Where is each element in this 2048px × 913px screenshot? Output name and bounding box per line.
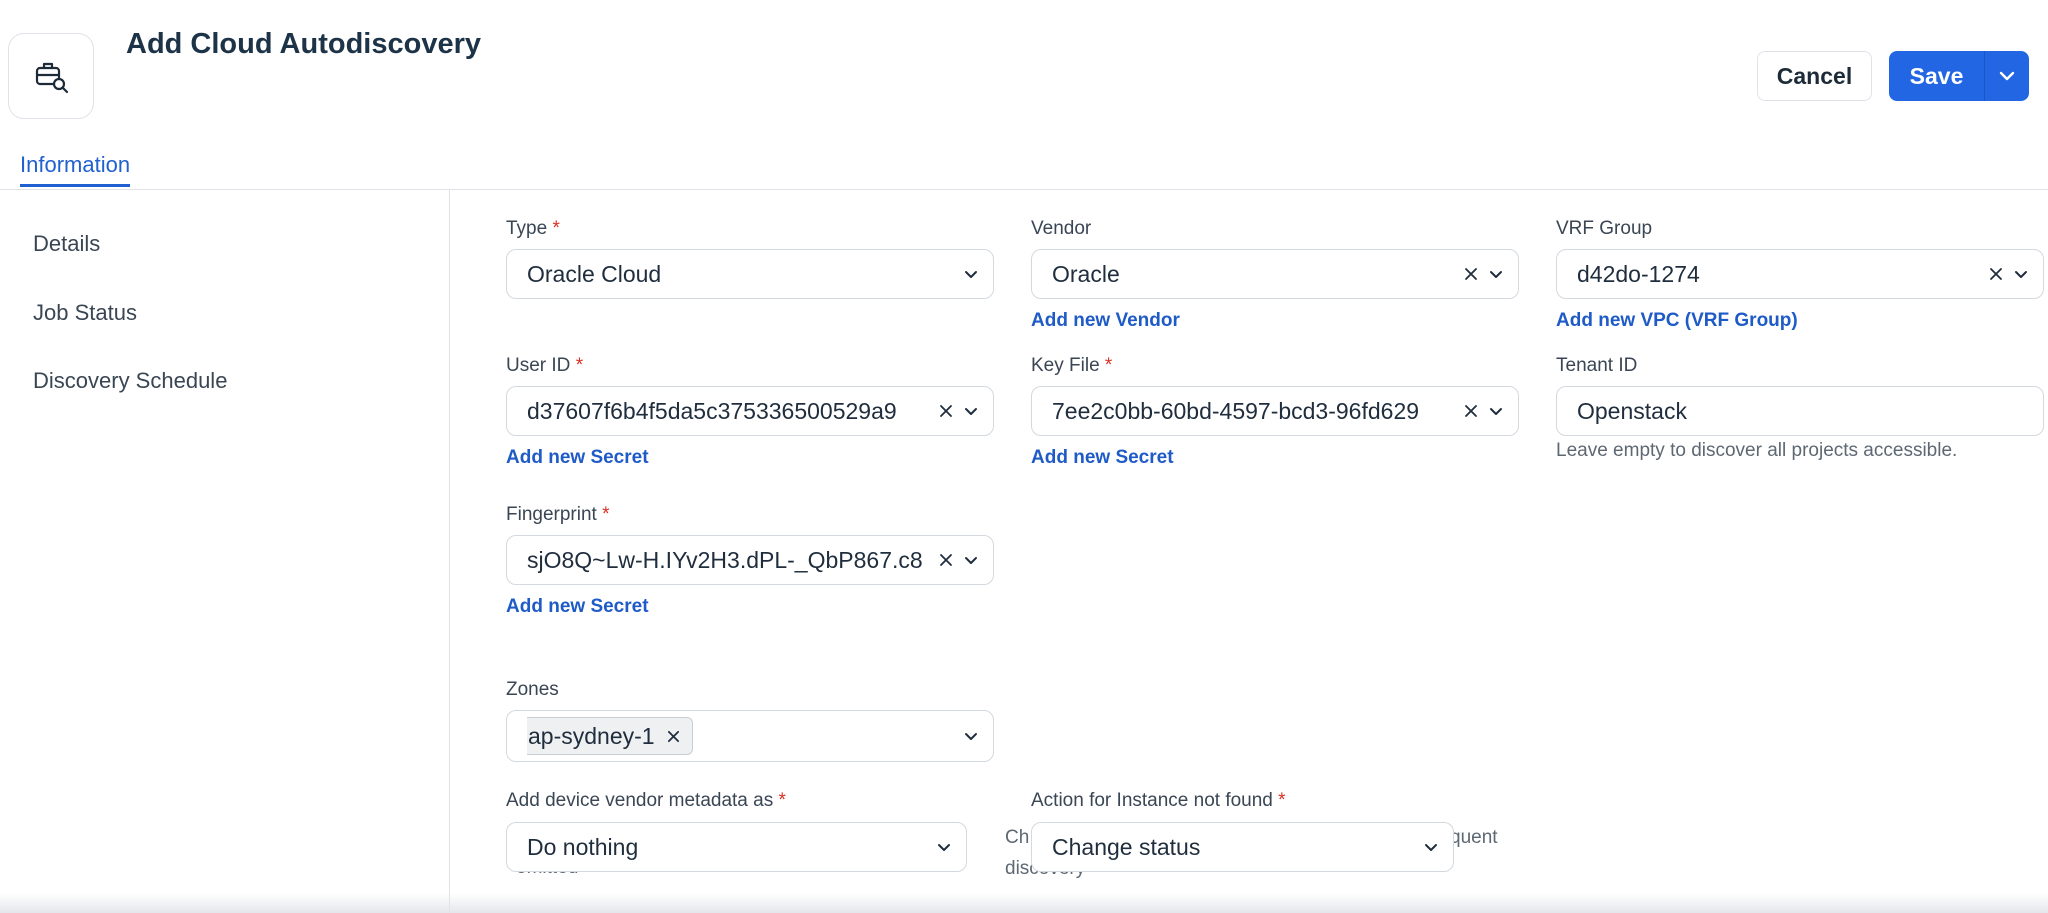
- tab-information[interactable]: Information: [20, 152, 131, 187]
- user-id-value: d37607f6b4f5da5c375336500529a9: [527, 397, 897, 424]
- instance-hint-end: quent: [1450, 827, 1498, 848]
- tab-divider: [0, 189, 2048, 190]
- type-value: Oracle Cloud: [527, 260, 662, 287]
- clear-icon[interactable]: [1989, 267, 2003, 281]
- user-id-label: User ID *: [506, 355, 584, 376]
- type-label: Type *: [506, 218, 560, 239]
- zones-label: Zones: [506, 679, 559, 700]
- zones-multiselect[interactable]: ap-sydney-1: [506, 710, 994, 762]
- vendor-select[interactable]: Oracle: [1031, 249, 1519, 299]
- fingerprint-label: Fingerprint *: [506, 504, 610, 525]
- remove-chip-icon[interactable]: [667, 730, 680, 743]
- tenant-id-help: Leave empty to discover all projects acc…: [1556, 440, 1958, 461]
- fingerprint-value: sjO8Q~Lw-H.IYv2H3.dPL-_QbP867.c8: [527, 546, 923, 573]
- clear-icon[interactable]: [1464, 267, 1478, 281]
- instance-not-found-select[interactable]: Change status: [1031, 822, 1454, 872]
- vendor-metadata-select[interactable]: Do nothing: [506, 822, 967, 872]
- save-options-dropdown[interactable]: [1984, 51, 2029, 101]
- vendor-value: Oracle: [1052, 260, 1120, 287]
- chevron-down-icon[interactable]: [1488, 266, 1504, 282]
- instance-hint-start: Ch: [1005, 827, 1030, 848]
- add-new-vendor-link[interactable]: Add new Vendor: [1031, 310, 1180, 332]
- chevron-down-icon[interactable]: [1423, 839, 1439, 855]
- save-button[interactable]: Save: [1889, 51, 1984, 101]
- chevron-down-icon[interactable]: [963, 552, 979, 568]
- save-button-group: Save: [1889, 51, 2029, 101]
- type-select[interactable]: Oracle Cloud: [506, 249, 994, 299]
- sidebar-item-details[interactable]: Details: [33, 231, 100, 257]
- vrf-group-value: d42do-1274: [1577, 260, 1700, 287]
- fingerprint-select[interactable]: sjO8Q~Lw-H.IYv2H3.dPL-_QbP867.c8: [506, 535, 994, 585]
- cloud-discovery-icon: [8, 33, 94, 119]
- chevron-down-icon[interactable]: [963, 266, 979, 282]
- zones-chip-list: ap-sydney-1: [527, 717, 953, 755]
- scroll-shadow: [0, 893, 2048, 913]
- chevron-down-icon[interactable]: [936, 839, 952, 855]
- add-new-secret-link[interactable]: Add new Secret: [1031, 447, 1174, 469]
- chevron-down-icon[interactable]: [2013, 266, 2029, 282]
- vendor-metadata-label: Add device vendor metadata as *: [506, 790, 786, 811]
- tenant-id-value: Openstack: [1577, 397, 1687, 424]
- chevron-down-icon[interactable]: [1488, 403, 1504, 419]
- add-new-secret-link[interactable]: Add new Secret: [506, 447, 649, 469]
- tenant-id-input[interactable]: Openstack: [1556, 386, 2044, 436]
- sidebar-item-job-status[interactable]: Job Status: [33, 300, 137, 326]
- vrf-group-select[interactable]: d42do-1274: [1556, 249, 2044, 299]
- sidebar-divider: [449, 190, 450, 913]
- clear-icon[interactable]: [1464, 404, 1478, 418]
- user-id-select[interactable]: d37607f6b4f5da5c375336500529a9: [506, 386, 994, 436]
- chevron-down-icon[interactable]: [963, 403, 979, 419]
- add-new-secret-link[interactable]: Add new Secret: [506, 596, 649, 618]
- vrf-group-label: VRF Group: [1556, 218, 1653, 239]
- add-new-vpc-link[interactable]: Add new VPC (VRF Group): [1556, 310, 1798, 332]
- chevron-down-icon[interactable]: [963, 728, 979, 744]
- zone-chip-label: ap-sydney-1: [528, 722, 655, 749]
- tenant-id-label: Tenant ID: [1556, 355, 1638, 376]
- vendor-label: Vendor: [1031, 218, 1092, 239]
- key-file-label: Key File *: [1031, 355, 1113, 376]
- clear-icon[interactable]: [939, 404, 953, 418]
- vendor-metadata-value: Do nothing: [527, 833, 639, 860]
- key-file-value: 7ee2c0bb-60bd-4597-bcd3-96fd629: [1052, 397, 1420, 424]
- chevron-down-icon: [1999, 71, 2015, 81]
- instance-not-found-label: Action for Instance not found *: [1031, 790, 1286, 811]
- instance-not-found-value: Change status: [1052, 833, 1201, 860]
- sidebar-item-discovery-schedule[interactable]: Discovery Schedule: [33, 368, 227, 394]
- cancel-button[interactable]: Cancel: [1757, 51, 1872, 101]
- clear-icon[interactable]: [939, 553, 953, 567]
- zone-chip: ap-sydney-1: [527, 717, 693, 755]
- page-title: Add Cloud Autodiscovery: [126, 28, 481, 60]
- key-file-select[interactable]: 7ee2c0bb-60bd-4597-bcd3-96fd629: [1031, 386, 1519, 436]
